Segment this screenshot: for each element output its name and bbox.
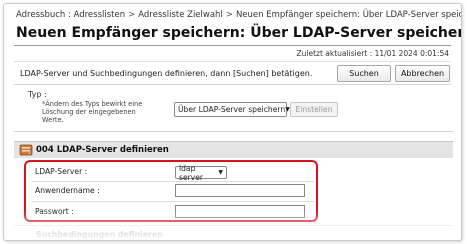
search-conditions-title: Suchbedingungen definieren bbox=[36, 230, 163, 239]
type-settings: Typ : *Ändern des Typs bewirkt eine Lösc… bbox=[14, 90, 453, 132]
title-divider bbox=[14, 45, 451, 46]
set-button[interactable]: Einstellen bbox=[290, 102, 338, 117]
section-header: 004 LDAP-Server definieren bbox=[14, 141, 453, 158]
highlight-outline bbox=[24, 160, 318, 222]
last-updated-text: Zuletzt aktualisiert : 11/01 2024 0:01:5… bbox=[296, 49, 450, 58]
search-button[interactable]: Suchen bbox=[337, 65, 391, 82]
breadcrumb-item-current: Neuen Empfänger speichern: Über LDAP-Ser… bbox=[235, 10, 462, 20]
cancel-button[interactable]: Abbrechen bbox=[395, 65, 450, 82]
search-conditions-section: Suchbedingungen definieren bbox=[14, 225, 453, 240]
breadcrumb-separator: > bbox=[225, 10, 233, 20]
breadcrumb-separator: > bbox=[128, 10, 136, 20]
type-select-value: Über LDAP-Server speichern bbox=[178, 105, 286, 114]
breadcrumb-item-speed-dial[interactable]: Adressliste Zielwahl bbox=[138, 10, 223, 20]
section-title: 004 LDAP-Server definieren bbox=[36, 145, 169, 155]
breadcrumb-item-address-lists[interactable]: Adressbuch : Adresslisten bbox=[16, 10, 125, 20]
type-select[interactable]: Über LDAP-Server speichern ▼ bbox=[174, 102, 290, 117]
breadcrumb: Adressbuch : Adresslisten > Adressliste Zi… bbox=[16, 10, 462, 20]
type-note: *Ändern des Typs bewirkt eine Löschung d… bbox=[42, 100, 143, 124]
instruction-text: LDAP-Server und Suchbedingungen definier… bbox=[20, 69, 313, 78]
page-title: Neuen Empfänger speichern: Über LDAP-Ser… bbox=[16, 25, 462, 41]
server-icon bbox=[19, 144, 33, 156]
window-frame: Adressbuch : Adresslisten > Adressliste Zi… bbox=[3, 3, 462, 241]
type-label: Typ : bbox=[28, 90, 47, 99]
